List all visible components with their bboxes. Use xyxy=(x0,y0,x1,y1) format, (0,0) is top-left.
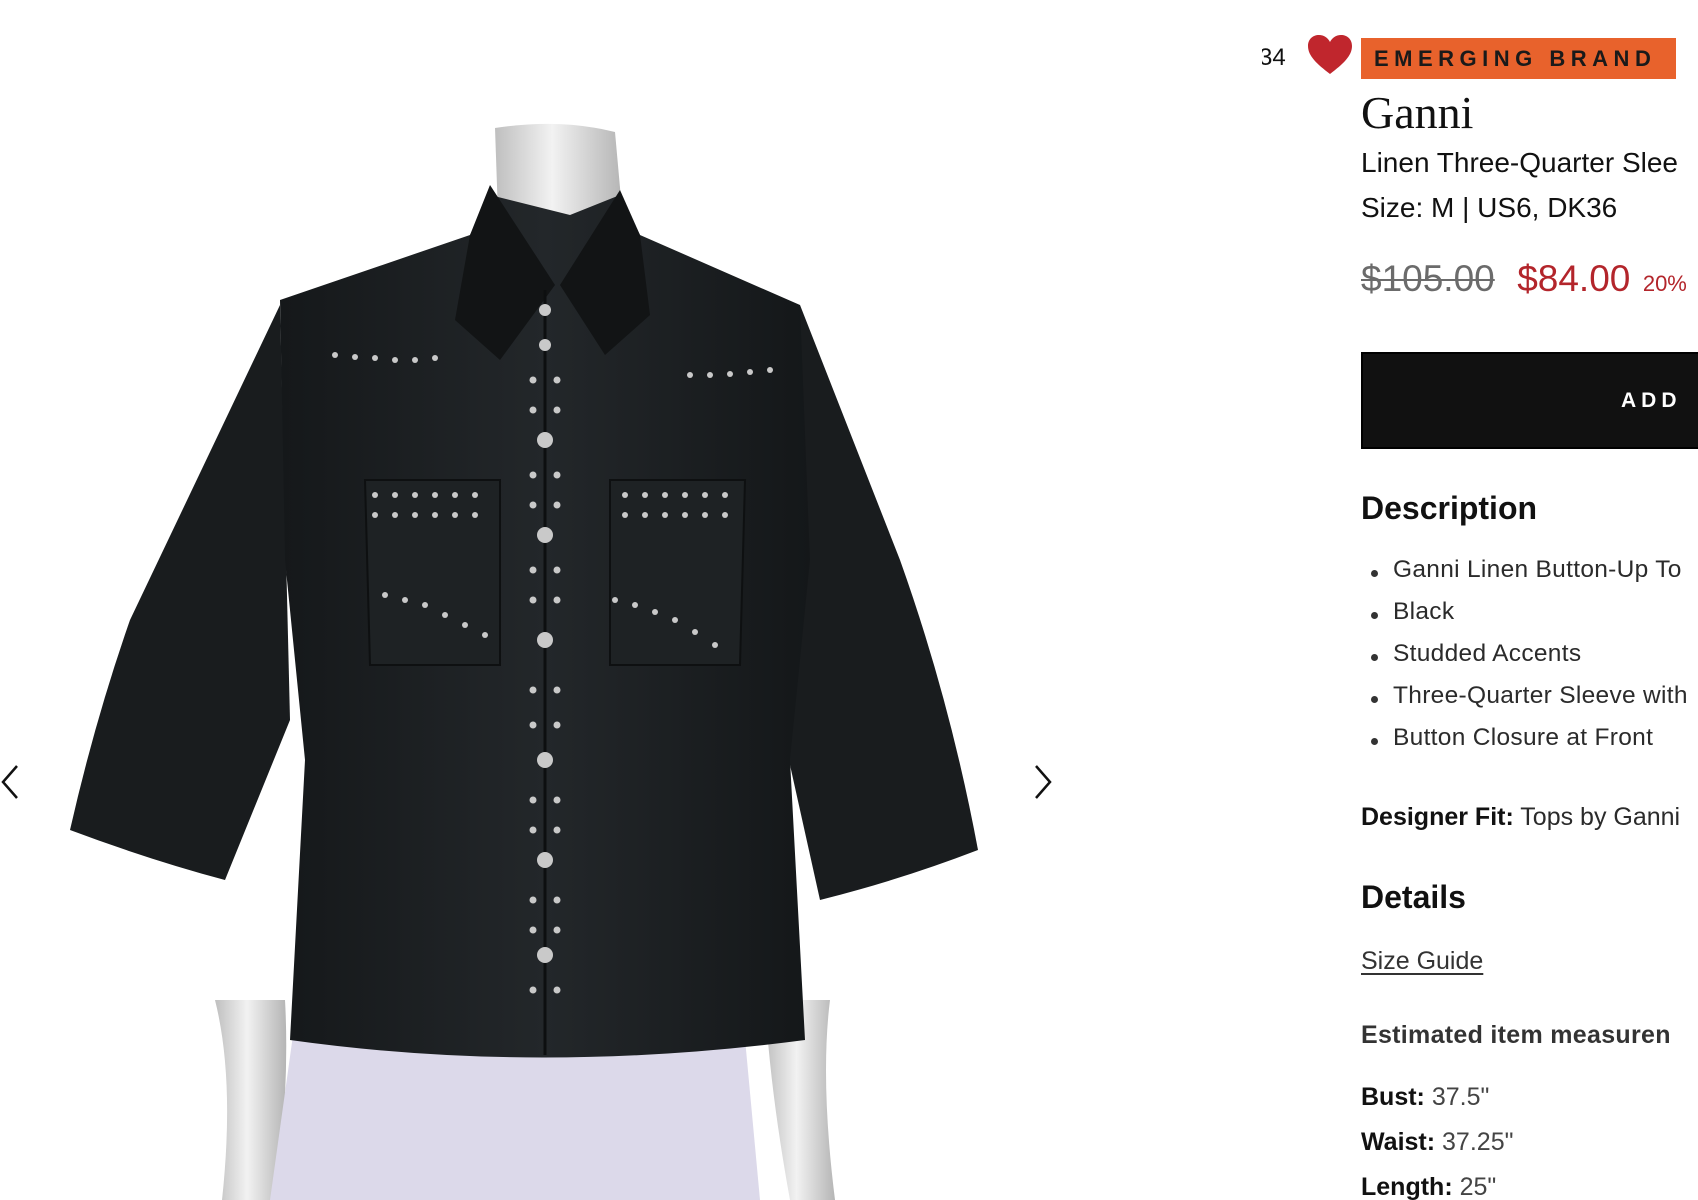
heart-icon[interactable] xyxy=(1307,34,1353,76)
original-price: $105.00 xyxy=(1361,258,1495,299)
designer-name[interactable]: Ganni xyxy=(1361,86,1473,139)
badge-label: EMERGING BRAND xyxy=(1374,45,1657,71)
measurement-label: Waist: xyxy=(1361,1128,1436,1156)
measurement-length: Length: 25" xyxy=(1361,1173,1496,1200)
list-item: Three-Quarter Sleeve with xyxy=(1361,682,1698,724)
sale-price: $84.00 xyxy=(1517,258,1631,299)
measurement-value: 37.25" xyxy=(1442,1128,1514,1156)
measurement-waist: Waist: 37.25" xyxy=(1361,1128,1513,1157)
list-item: Studded Accents xyxy=(1361,640,1698,682)
details-heading: Details xyxy=(1361,879,1466,915)
chevron-left-icon xyxy=(1,765,18,799)
list-item: Button Closure at Front xyxy=(1361,724,1698,766)
measurement-label: Length: xyxy=(1361,1173,1453,1200)
description-list: Ganni Linen Button-Up To Black Studded A… xyxy=(1361,556,1698,766)
list-item: Ganni Linen Button-Up To xyxy=(1361,556,1698,598)
price-row: $105.00 $84.00 20% xyxy=(1361,258,1687,300)
measurement-label: Bust: xyxy=(1361,1083,1425,1111)
emerging-brand-badge: EMERGING BRAND xyxy=(1361,38,1676,79)
measurement-value: 37.5" xyxy=(1431,1083,1490,1111)
add-to-bag-button[interactable]: ADD xyxy=(1361,352,1698,449)
measurement-value: 25" xyxy=(1459,1173,1497,1200)
list-item: Black xyxy=(1361,598,1698,640)
discount-percent: 20% xyxy=(1642,271,1687,296)
chevron-right-icon xyxy=(1035,765,1052,799)
measurements-heading: Estimated item measuren xyxy=(1361,1021,1671,1049)
product-size: Size: M | US6, DK36 xyxy=(1361,192,1618,223)
add-button-label: ADD xyxy=(1621,388,1682,412)
product-details-panel: 34 EMERGING BRAND Ganni Linen Three-Quar… xyxy=(1262,0,1698,1200)
product-title: Linen Three-Quarter Slee xyxy=(1361,147,1678,178)
size-guide-link[interactable]: Size Guide xyxy=(1361,947,1483,976)
product-photo xyxy=(70,123,978,1200)
favorites-count: 34 xyxy=(1262,44,1286,71)
measurement-bust: Bust: 37.5" xyxy=(1361,1083,1489,1112)
description-heading: Description xyxy=(1361,490,1538,526)
next-image-button[interactable] xyxy=(1025,752,1059,812)
designer-fit: Designer Fit: Tops by Ganni xyxy=(1361,803,1680,832)
previous-image-button[interactable] xyxy=(0,752,28,812)
designer-fit-value: Tops by Ganni xyxy=(1520,803,1681,831)
product-image-gallery xyxy=(0,0,1060,1200)
designer-fit-label: Designer Fit: xyxy=(1361,803,1514,831)
